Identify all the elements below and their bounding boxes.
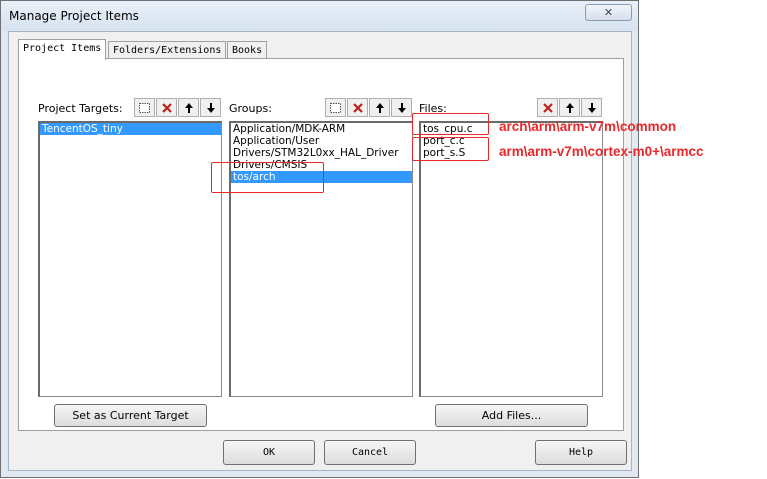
- annotation-path-armcc: arm\arm-v7m\cortex-m0+\armcc: [499, 144, 704, 159]
- dialog-client: Project Items Folders/Extensions Books P…: [8, 31, 632, 471]
- ok-button[interactable]: OK: [223, 440, 315, 465]
- close-button[interactable]: ✕: [585, 4, 632, 21]
- new-item-icon: [330, 102, 341, 113]
- button-label: Cancel: [351, 447, 389, 458]
- move-down-target-button[interactable]: [200, 98, 221, 117]
- button-label: Set as Current Target: [72, 409, 189, 422]
- targets-list[interactable]: TencentOS_tiny: [38, 121, 222, 397]
- annotation-path-common: arch\arm\arm-v7m\common: [499, 119, 677, 134]
- button-label: OK: [262, 447, 276, 458]
- files-list[interactable]: tos_cpu.c port_c.c port_s.S: [419, 121, 603, 397]
- tab-label: Project Items: [23, 43, 102, 54]
- project-items-page: Project Targets: TencentOS_tiny Groups: …: [18, 58, 624, 431]
- delete-icon: [542, 102, 553, 113]
- manage-project-items-window: Manage Project Items ✕ Project Items Fol…: [0, 0, 639, 478]
- targets-header: Project Targets:: [38, 102, 123, 115]
- delete-icon: [352, 102, 363, 113]
- tab-label: Books: [232, 45, 263, 56]
- add-files-button[interactable]: Add Files...: [435, 404, 588, 427]
- move-down-group-button[interactable]: [391, 98, 412, 117]
- arrow-down-icon: [397, 102, 406, 113]
- arrow-up-icon: [565, 102, 574, 113]
- tab-project-items[interactable]: Project Items: [18, 39, 107, 60]
- move-up-target-button[interactable]: [178, 98, 199, 117]
- move-up-file-button[interactable]: [559, 98, 580, 117]
- button-label: Help: [568, 447, 594, 458]
- new-target-button[interactable]: [134, 98, 155, 117]
- highlight-box-tos-cpu: [412, 113, 489, 135]
- delete-file-button[interactable]: [537, 98, 558, 117]
- groups-header: Groups:: [229, 102, 272, 115]
- targets-panel: Project Targets: TencentOS_tiny: [38, 98, 224, 397]
- list-item[interactable]: Drivers/STM32L0xx_HAL_Driver: [231, 147, 412, 159]
- delete-icon: [161, 102, 172, 113]
- new-item-icon: [139, 102, 150, 113]
- list-item[interactable]: Application/MDK-ARM: [231, 123, 412, 135]
- arrow-down-icon: [587, 102, 596, 113]
- move-up-group-button[interactable]: [369, 98, 390, 117]
- list-item[interactable]: Application/User: [231, 135, 412, 147]
- delete-group-button[interactable]: [347, 98, 368, 117]
- move-down-file-button[interactable]: [581, 98, 602, 117]
- title-bar[interactable]: Manage Project Items ✕: [1, 1, 638, 31]
- highlight-box-port-files: [412, 137, 489, 161]
- arrow-down-icon: [206, 102, 215, 113]
- tab-label: Folders/Extensions: [113, 45, 222, 56]
- delete-target-button[interactable]: [156, 98, 177, 117]
- button-label: Add Files...: [481, 409, 542, 422]
- window-title: Manage Project Items: [9, 9, 139, 23]
- close-icon: ✕: [603, 6, 614, 19]
- list-item[interactable]: TencentOS_tiny: [40, 123, 221, 135]
- highlight-box-tos-arch: [211, 162, 324, 193]
- groups-panel: Groups: Application/MDK-ARM Application/…: [229, 98, 415, 397]
- new-group-button[interactable]: [325, 98, 346, 117]
- arrow-up-icon: [375, 102, 384, 113]
- set-current-target-button[interactable]: Set as Current Target: [54, 404, 207, 427]
- cancel-button[interactable]: Cancel: [324, 440, 416, 465]
- help-button[interactable]: Help: [535, 440, 627, 465]
- arrow-up-icon: [184, 102, 193, 113]
